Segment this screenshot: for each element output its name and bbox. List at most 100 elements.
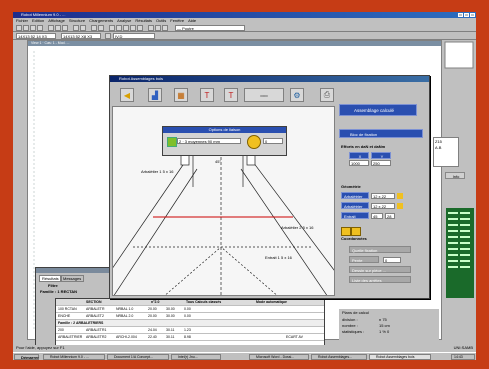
- bar-selection-input[interactable]: 14X13 52 X8 X3: [61, 33, 101, 39]
- grid-icon[interactable]: [109, 25, 115, 31]
- header-calc: Tous Calculs classés: [186, 300, 222, 304]
- calc-icon[interactable]: [148, 25, 154, 31]
- tab-messages[interactable]: Messages: [60, 275, 85, 282]
- calculate-icon[interactable]: [247, 135, 261, 149]
- tee-alt-icon[interactable]: T: [224, 88, 238, 102]
- info-division-value: n 75: [379, 317, 387, 322]
- rafter-1-field[interactable]: 12 x 22: [371, 193, 395, 199]
- connection-type-select[interactable]: 2 · 3 moyennes 90 mm: [177, 138, 241, 144]
- tab-results[interactable]: Résultats: [39, 275, 62, 282]
- member-type-select[interactable]: Bloc de fixation: [339, 129, 423, 138]
- copy-icon[interactable]: [55, 25, 61, 31]
- member-icon[interactable]: ▟: [148, 88, 162, 102]
- fixation-button[interactable]: Quelle fixation: [349, 246, 411, 253]
- cell: 100 RCTAN: [58, 307, 77, 311]
- arrow-left-icon[interactable]: ◀: [120, 88, 134, 102]
- filter-icon[interactable]: [105, 33, 111, 39]
- connection-options-title: Options de liaison: [163, 127, 286, 133]
- cell: NRBAL 1.0: [116, 307, 134, 311]
- taskbar-item[interactable]: Robot Millennium 9.0 - ...: [43, 354, 105, 360]
- cell: 30.11: [166, 335, 175, 339]
- report-icon[interactable]: [162, 25, 168, 31]
- side-list[interactable]: Z15 A.B: [433, 137, 459, 167]
- case-select[interactable]: IV.D: [113, 33, 155, 39]
- info-icon[interactable]: [351, 227, 361, 236]
- force-x-header: X: [349, 152, 369, 159]
- force-x-input[interactable]: 1000: [349, 160, 369, 166]
- taskbar-item[interactable]: Intel(r) Jnu...: [171, 354, 221, 360]
- info-count-value: 15 cm: [379, 323, 390, 328]
- table-row[interactable]: ENCHE ARBALET2 NRBAL 2.0 20.00 30.00 0.0…: [56, 313, 324, 320]
- taskbar-item[interactable]: Microsoft Word - Dossi...: [249, 354, 309, 360]
- cut-icon[interactable]: [48, 25, 54, 31]
- rafter-2-button[interactable]: Arbalétrier: [341, 202, 369, 209]
- start-button[interactable]: Démarrer: [14, 354, 39, 360]
- redo-icon[interactable]: [80, 25, 86, 31]
- status-units: UNI:SAMB: [453, 345, 473, 350]
- taskbar-item[interactable]: Robot Assemblages...: [311, 354, 367, 360]
- rafter-1-icon[interactable]: [397, 193, 403, 199]
- side-list-item[interactable]: A.B: [435, 145, 441, 150]
- bar-icon[interactable]: [123, 25, 129, 31]
- taskbar-item-active[interactable]: Robot Assemblages bois: [369, 354, 431, 360]
- rafter-2-icon[interactable]: [397, 203, 403, 209]
- side-list-item[interactable]: Z15: [435, 139, 442, 144]
- tie-beam-field[interactable]: 45: [371, 213, 383, 219]
- tie-beam-field-2[interactable]: 28: [385, 213, 395, 219]
- assembly-calculated-button[interactable]: Assemblage calculé: [339, 104, 417, 116]
- tee-icon[interactable]: T: [200, 88, 214, 102]
- node-icon[interactable]: [116, 25, 122, 31]
- structure-type-select[interactable]: — Poutre: [175, 25, 245, 31]
- minimize-icon[interactable]: [458, 13, 463, 17]
- edges-list-button[interactable]: Liste des arrêtes: [349, 276, 411, 283]
- coordinates-section-label: Coordonnées: [341, 236, 367, 241]
- rafter-1-button[interactable]: Arbalétrier: [341, 192, 369, 199]
- save-icon[interactable]: [30, 25, 36, 31]
- header-mode: Mode automatique: [256, 300, 287, 304]
- slope-field[interactable]: 0: [383, 257, 401, 263]
- table-row[interactable]: 200 ARBALETR1 24.04 30.11 1.23: [56, 327, 324, 334]
- cell: ECART AV: [286, 335, 303, 339]
- rafter-2-field[interactable]: 12 x 22: [371, 203, 395, 209]
- force-y-input[interactable]: 250: [371, 160, 391, 166]
- plate-options-button[interactable]: ▭▭: [244, 88, 284, 102]
- joint-icon[interactable]: ▦: [174, 88, 188, 102]
- print-icon[interactable]: [37, 25, 43, 31]
- support-icon[interactable]: [130, 25, 136, 31]
- maximize-icon[interactable]: [464, 13, 469, 17]
- results-list[interactable]: [446, 208, 474, 298]
- spin-input[interactable]: 0: [263, 138, 283, 144]
- main-toolbar: — Poutre: [13, 24, 476, 32]
- check-icon[interactable]: [167, 137, 177, 147]
- table-row[interactable]: Famille : 2 ARBALETRIERS: [56, 320, 324, 327]
- table-row[interactable]: ARBALETRIER ARBALETR2 ARCHI-2.004 22.40 …: [56, 334, 324, 341]
- table-row[interactable]: 100 RCTAN ARBALETR NRBAL 1.0 20.00 30.00…: [56, 306, 324, 313]
- pan-icon[interactable]: [98, 25, 104, 31]
- node-selection-input[interactable]: 14X13 52 14 X3: [16, 33, 56, 39]
- undo-icon[interactable]: [73, 25, 79, 31]
- drawing-on-part-button[interactable]: Dessin sur pièce ...: [349, 266, 411, 273]
- cell: ARCHI-2.004: [116, 335, 137, 339]
- info-button[interactable]: Info: [445, 172, 465, 179]
- warning-icon[interactable]: [341, 227, 351, 236]
- member-label-right: Arbalétier 2 5 x 16: [281, 225, 314, 230]
- slope-button[interactable]: Pente: [349, 256, 379, 263]
- results-icon[interactable]: [155, 25, 161, 31]
- tie-beam-button[interactable]: Entrait: [341, 212, 369, 219]
- status-text: Pour l'aide, appuyez sur F1: [16, 345, 65, 350]
- cell: 20.00: [148, 314, 157, 318]
- info-count-label: nombre :: [342, 323, 358, 328]
- close-icon[interactable]: [470, 13, 475, 17]
- member-label-bottom: Entrait 1 5 x 16: [265, 255, 292, 260]
- clock: 14:43: [451, 354, 475, 360]
- settings-icon[interactable]: ⚙: [290, 88, 304, 102]
- load-icon[interactable]: [137, 25, 143, 31]
- print-icon[interactable]: ⎙: [320, 88, 334, 102]
- new-icon[interactable]: [16, 25, 22, 31]
- open-icon[interactable]: [23, 25, 29, 31]
- paste-icon[interactable]: [62, 25, 68, 31]
- cell: ARBALETRIER: [58, 335, 83, 339]
- forces-section-label: Efforts en daN et daNm: [341, 144, 386, 149]
- taskbar-item[interactable]: Document 1/A Concept...: [107, 354, 169, 360]
- zoom-icon[interactable]: [91, 25, 97, 31]
